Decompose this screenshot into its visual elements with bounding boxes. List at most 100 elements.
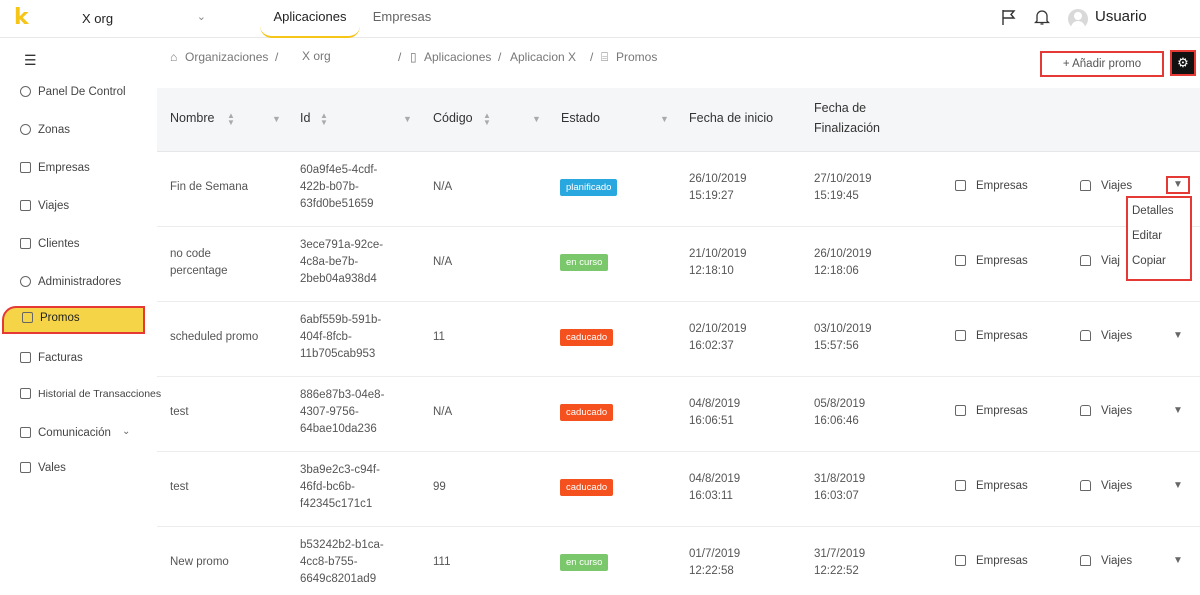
viajes-link[interactable]: Viajes (1080, 405, 1132, 417)
menu-item-copiar[interactable]: Copiar (1132, 255, 1166, 267)
sidebar-item-clientes[interactable]: Clientes (0, 232, 157, 260)
row-actions-dropdown[interactable]: ▼ (1171, 329, 1185, 343)
cell-fecha-inicio: 26/10/2019 (689, 173, 747, 185)
chevron-down-icon: ⌄ (196, 11, 206, 23)
breadcrumb-app[interactable]: Aplicacion X (510, 50, 576, 64)
cell-codigo: N/A (433, 181, 453, 193)
building-icon (955, 555, 966, 566)
cell-fecha-fin: 31/8/2019 (814, 473, 866, 485)
chevron-down-icon: ⌄ (122, 426, 131, 437)
filter-icon[interactable]: ▼ (532, 114, 541, 124)
empresas-link[interactable]: Empresas (955, 555, 1028, 567)
cell-id: 422b-b07b- (300, 181, 359, 193)
cell-id: 6649c8201ad9 (300, 573, 377, 585)
cell-fecha-fin: 31/7/2019 (814, 548, 866, 560)
breadcrumb-organizaciones[interactable]: Organizaciones (185, 50, 268, 64)
viajes-link[interactable]: Viaj (1080, 255, 1120, 267)
avatar[interactable] (1068, 9, 1088, 29)
user-name[interactable]: Usuario (1095, 8, 1147, 25)
menu-item-editar[interactable]: Editar (1132, 230, 1162, 242)
sidebar-item-administradores[interactable]: Administradores (0, 270, 157, 298)
viajes-link[interactable]: Viajes (1080, 480, 1132, 492)
column-header-nombre[interactable]: Nombre (170, 108, 214, 128)
tab-empresas[interactable]: Empresas (366, 0, 438, 38)
empresas-link[interactable]: Empresas (955, 255, 1028, 267)
cell-codigo: 99 (433, 481, 446, 493)
status-badge: en curso (560, 254, 609, 271)
column-header-fecha-fin: Fecha de (814, 101, 867, 115)
gear-icon[interactable]: ⚙ (1170, 50, 1196, 76)
sidebar-item-label: Panel De Control (38, 86, 126, 98)
filter-icon[interactable]: ▼ (660, 114, 669, 124)
id-card-icon (20, 238, 31, 249)
table-row: test 886e87b3-04e8- 4307-9756- 64bae10da… (157, 377, 1200, 452)
sidebar-item-viajes[interactable]: Viajes (0, 194, 157, 222)
breadcrumb-separator: / (498, 50, 502, 64)
tab-aplicaciones[interactable]: Aplicaciones (260, 0, 360, 38)
building-icon (20, 162, 31, 173)
table-header: Nombre ▲ ▼ ▼ Id ▲ ▼ ▼ Código ▲ ▼ ▼ Estado ▼… (157, 88, 1200, 152)
sidebar-item-zonas[interactable]: Zonas (0, 118, 157, 146)
column-header-id[interactable]: Id (300, 108, 310, 128)
bell-icon[interactable] (1034, 8, 1050, 26)
sidebar-item-panel-de-control[interactable]: Panel De Control (0, 80, 157, 108)
sort-icon[interactable]: ▲ ▼ (483, 112, 491, 127)
cell-id: f42345c171c1 (300, 498, 373, 510)
filter-icon[interactable]: ▼ (272, 114, 281, 124)
empresas-label: Empresas (976, 555, 1028, 567)
building-icon (955, 405, 966, 416)
sidebar-item-empresas[interactable]: Empresas (0, 156, 157, 184)
cell-id: 4c8a-be7b- (300, 256, 359, 268)
app-logo[interactable]: k (14, 7, 29, 29)
filter-icon[interactable]: ▼ (403, 114, 412, 124)
viajes-link[interactable]: Viajes (1080, 330, 1132, 342)
sidebar-item-vales[interactable]: Vales (0, 456, 157, 484)
cell-codigo: N/A (433, 256, 453, 268)
empresas-link[interactable]: Empresas (955, 330, 1028, 342)
menu-collapse-icon[interactable]: ☰ (24, 52, 37, 69)
sidebar-item-promos[interactable]: Promos (2, 306, 145, 334)
viajes-label: Viajes (1101, 480, 1133, 492)
sidebar-item-comunicacion[interactable]: Comunicación ⌄ (0, 421, 157, 449)
sort-icon[interactable]: ▲ ▼ (227, 112, 235, 127)
row-actions-dropdown[interactable]: ▼ (1171, 554, 1185, 568)
sidebar-item-label: Administradores (38, 276, 122, 288)
row-actions-dropdown[interactable]: ▼ (1171, 404, 1185, 418)
add-promo-button[interactable]: + Añadir promo (1040, 51, 1164, 77)
building-icon (955, 480, 966, 491)
org-selector[interactable]: X org ⌄ (82, 10, 206, 28)
cell-codigo: 111 (433, 556, 451, 568)
column-header-codigo[interactable]: Código (433, 108, 473, 128)
sidebar-item-facturas[interactable]: Facturas (0, 346, 157, 374)
gift-icon (20, 462, 31, 473)
column-header-estado[interactable]: Estado (561, 108, 600, 128)
admin-icon (20, 276, 31, 287)
status-badge: en curso (560, 554, 609, 571)
org-selector-label: X org (82, 11, 114, 26)
breadcrumb-promos: Promos (616, 50, 658, 64)
row-actions-dropdown[interactable]: ▼ (1166, 176, 1190, 194)
car-icon (20, 200, 31, 211)
breadcrumb-org[interactable]: X org (302, 49, 331, 63)
breadcrumb-aplicaciones[interactable]: Aplicaciones (424, 50, 491, 64)
table-row: New promo b53242b2-b1ca- 4cc8-b755- 6649… (157, 527, 1200, 595)
breadcrumb-separator: / (275, 50, 279, 64)
menu-item-detalles[interactable]: Detalles (1132, 205, 1174, 217)
viajes-label: Viaj (1101, 255, 1120, 267)
empresas-link[interactable]: Empresas (955, 180, 1028, 192)
row-actions-menu: Detalles Editar Copiar (1126, 196, 1192, 281)
empresas-link[interactable]: Empresas (955, 480, 1028, 492)
sort-icon[interactable]: ▲ ▼ (320, 112, 328, 127)
sidebar-item-historial[interactable]: Historial de Transacciones (0, 382, 180, 410)
table-row: no code percentage 3ece791a-92ce- 4c8a-b… (157, 227, 1200, 302)
cell-fecha-fin: 27/10/2019 (814, 173, 872, 185)
empresas-link[interactable]: Empresas (955, 405, 1028, 417)
cell-id: 404f-8fcb- (300, 331, 352, 343)
cell-fecha-inicio: 04/8/2019 (689, 473, 741, 485)
viajes-link[interactable]: Viajes (1080, 555, 1132, 567)
building-icon (955, 255, 966, 266)
flag-icon[interactable] (1000, 8, 1018, 26)
row-actions-dropdown[interactable]: ▼ (1171, 479, 1185, 493)
cell-codigo: N/A (433, 406, 453, 418)
viajes-link[interactable]: Viajes (1080, 180, 1132, 192)
